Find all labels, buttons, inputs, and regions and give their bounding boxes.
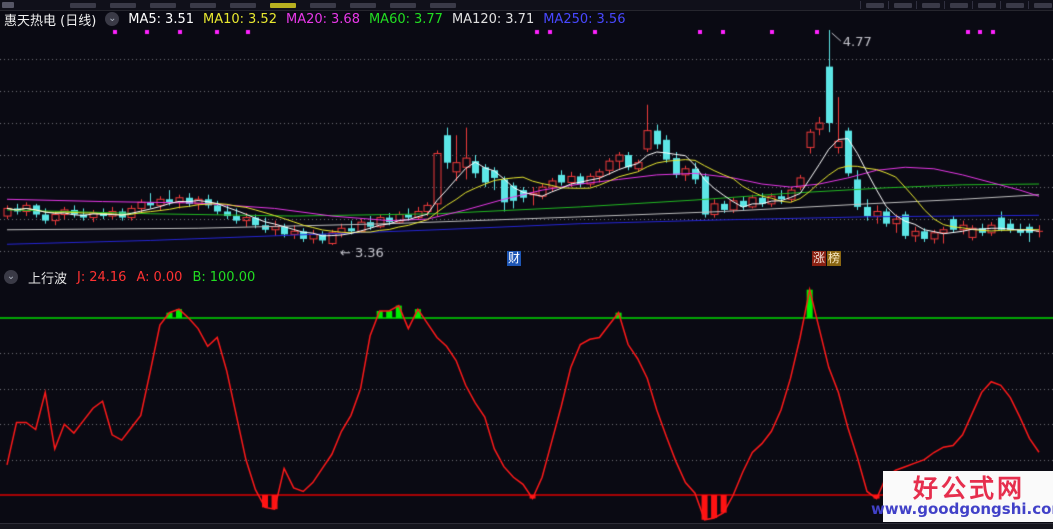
chart-title-bar: 惠天热电 (日线) ⌄ MA5: 3.51 MA10: 3.52 MA20: 3.68 MA…	[0, 10, 1053, 29]
watermark-logo: 好公式网 www.goodgongshi.com	[871, 471, 1053, 522]
candlestick-chart[interactable]	[0, 28, 1053, 268]
toolbar-item[interactable]	[1006, 3, 1024, 8]
ma-value: MA60: 3.77	[368, 11, 443, 27]
indicator-name: 上行波	[28, 271, 68, 287]
toolbar-item[interactable]	[978, 3, 996, 8]
ma-value: MA20: 3.68	[285, 11, 360, 27]
period-tab[interactable]	[190, 3, 216, 8]
toolbar-separator	[888, 1, 889, 9]
event-tag[interactable]: 涨	[812, 251, 827, 266]
period-tab[interactable]	[350, 3, 376, 8]
chevron-down-icon[interactable]: ⌄	[4, 270, 18, 284]
toolbar-item[interactable]	[866, 3, 884, 8]
period-tab[interactable]	[230, 3, 256, 8]
period-tab[interactable]	[110, 3, 136, 8]
watermark-title: 好公式网	[912, 473, 1025, 503]
toolbar-separator	[860, 1, 861, 9]
ma-value: MA5: 3.51	[128, 11, 194, 27]
period-tab[interactable]	[310, 3, 336, 8]
toolbar-separator	[1000, 1, 1001, 9]
ma-readout: MA5: 3.51 MA10: 3.52 MA20: 3.68 MA60: 3.77 MA120…	[128, 12, 625, 27]
toolbar-item[interactable]	[1034, 3, 1052, 8]
ma-value: MA120: 3.71	[451, 11, 535, 27]
period-tab[interactable]	[270, 3, 296, 8]
symbol-title: 惠天热电 (日线)	[4, 13, 97, 29]
indicator-readout: J: 24.16 A: 0.00 B: 100.00	[77, 270, 255, 285]
toolbar-separator	[944, 1, 945, 9]
period-tab[interactable]	[430, 3, 456, 8]
ma-value: MA10: 3.52	[203, 11, 277, 27]
toolbar-separator	[916, 1, 917, 9]
toolbar-separator	[1028, 1, 1029, 9]
indicator-value: A: 0.00	[136, 269, 183, 285]
chevron-down-icon[interactable]: ⌄	[105, 12, 120, 26]
event-tag[interactable]: 财	[507, 251, 522, 266]
period-tab[interactable]	[390, 3, 416, 8]
period-tab[interactable]	[70, 3, 96, 8]
bottom-frame	[0, 523, 1053, 529]
watermark-url: www.goodgongshi.com	[870, 499, 1053, 518]
toolbar-item[interactable]	[922, 3, 940, 8]
toolbar-item[interactable]	[950, 3, 968, 8]
indicator-value: J: 24.16	[77, 269, 127, 285]
period-tab[interactable]	[150, 3, 176, 8]
menu-icon[interactable]	[2, 2, 14, 8]
indicator-value: B: 100.00	[192, 269, 256, 285]
toolbar-separator	[972, 1, 973, 9]
event-tag[interactable]: 榜	[827, 251, 842, 266]
ma-value: MA250: 3.56	[543, 11, 626, 27]
indicator-header: ⌄ 上行波 J: 24.16 A: 0.00 B: 100.00	[0, 268, 1053, 287]
toolbar-item[interactable]	[894, 3, 912, 8]
